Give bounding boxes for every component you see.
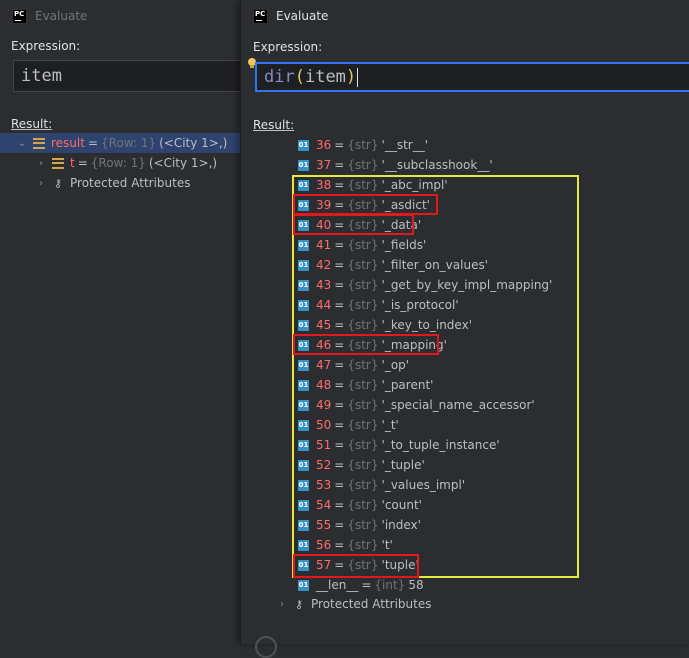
red-highlight-box <box>293 194 438 215</box>
key-icon: ⚷ <box>295 597 304 611</box>
red-highlight-box <box>293 334 439 355</box>
evaluate-window-back: PC Evaluate Expression: item Result: ⌄ r… <box>0 0 253 644</box>
result-label: Result: <box>253 118 295 132</box>
equals-sign: = <box>87 136 99 150</box>
expression-input[interactable]: dir(item) <box>255 62 689 92</box>
tree-row-result[interactable]: ⌄ result = {Row: 1} (<City 1>,) <box>0 133 250 153</box>
item-value: '__str__' <box>381 138 429 152</box>
variable-type: {int} <box>374 578 406 592</box>
item-type: {str} <box>347 158 379 172</box>
protected-attributes-label: Protected Attributes <box>311 597 432 611</box>
title-bar: PC Evaluate <box>0 0 250 32</box>
item-index: 36 <box>316 138 332 152</box>
expression-label: Expression: <box>253 40 323 54</box>
window-title: Evaluate <box>276 9 329 23</box>
expression-function: dir <box>264 67 295 87</box>
variable-name: t <box>70 156 75 170</box>
evaluate-window-front: PC Evaluate Expression: dir(item) Result… <box>240 0 689 658</box>
variable-value: (<City 1>,) <box>148 156 218 170</box>
tree-row-len[interactable]: 01 __len__ = {int} 58 <box>298 575 424 595</box>
expression-text: item <box>21 66 62 86</box>
chevron-right-icon[interactable]: › <box>277 599 287 610</box>
chevron-down-icon[interactable]: ⌄ <box>17 138 27 149</box>
red-highlight-box <box>293 214 414 235</box>
equals-sign: = <box>334 138 345 152</box>
expression-argument: item <box>304 67 346 87</box>
equals-sign: = <box>361 578 372 592</box>
tree-row-protected-attributes[interactable]: › ⚷ Protected Attributes <box>277 594 431 614</box>
equals-sign: = <box>334 158 345 172</box>
expression-input[interactable]: item <box>13 60 253 92</box>
number-icon: 01 <box>298 139 309 151</box>
yellow-highlight-box <box>292 175 579 578</box>
field-icon <box>52 157 64 169</box>
number-icon: 01 <box>298 159 309 171</box>
red-highlight-box <box>293 554 419 578</box>
pycharm-logo-icon: PC <box>253 8 268 24</box>
chevron-right-icon[interactable]: › <box>36 158 46 169</box>
window-title: Evaluate <box>35 9 88 23</box>
result-list-item[interactable]: 01 36 = {str} '__str__' <box>298 135 428 155</box>
variable-value: (<City 1>,) <box>159 136 228 150</box>
field-icon <box>33 137 45 149</box>
number-icon: 01 <box>298 579 309 591</box>
result-label: Result: <box>11 117 53 131</box>
pycharm-logo-icon: PC <box>12 8 27 24</box>
equals-sign: = <box>77 156 88 170</box>
expression-close-paren: ) <box>345 67 357 87</box>
circle-icon <box>255 636 277 658</box>
text-caret <box>357 67 359 87</box>
variable-type: {Row: 1} <box>90 156 146 170</box>
variable-name: __len__ <box>316 578 359 592</box>
key-icon: ⚷ <box>54 176 63 190</box>
result-list-item[interactable]: 01 37 = {str} '__subclasshook__' <box>298 155 493 175</box>
tree-row-protected-attributes[interactable]: › ⚷ Protected Attributes <box>0 173 190 193</box>
protected-attributes-label: Protected Attributes <box>70 176 191 190</box>
variable-type: {Row: 1} <box>101 136 157 150</box>
expression-open-paren: ( <box>294 67 305 87</box>
chevron-right-icon[interactable]: › <box>36 178 46 189</box>
item-type: {str} <box>347 138 379 152</box>
expression-label: Expression: <box>11 39 81 53</box>
tree-row-t[interactable]: › t = {Row: 1} (<City 1>,) <box>0 153 217 173</box>
title-bar: PC Evaluate <box>241 0 689 32</box>
item-value: '__subclasshook__' <box>381 158 493 172</box>
variable-name: result <box>51 136 85 150</box>
item-index: 37 <box>316 158 332 172</box>
variable-value: 58 <box>408 578 424 592</box>
